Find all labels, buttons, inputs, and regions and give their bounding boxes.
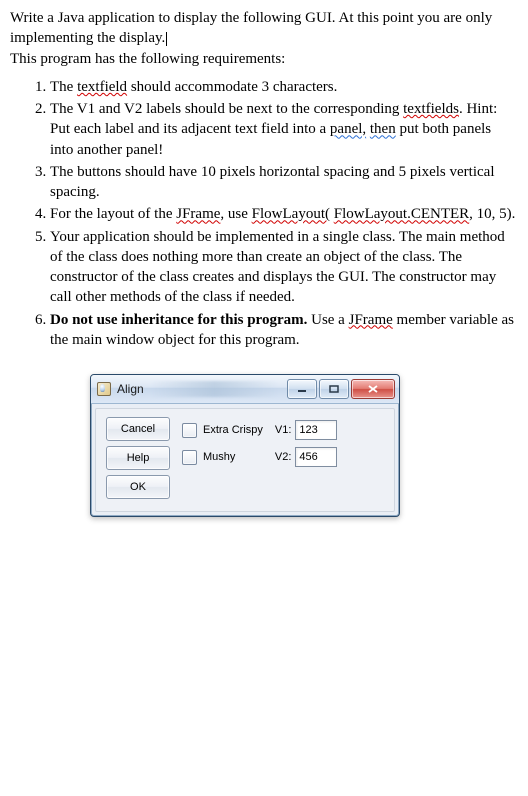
gui-screenshot: Align Cancel Help [90,374,400,517]
req-2-b: textfields [403,101,459,117]
mushy-checkbox[interactable] [182,450,197,465]
req-6-b: Use a [307,312,348,328]
v1-textfield[interactable]: 123 [295,420,337,440]
fields-column: V1: 123 V2: 456 [275,417,338,466]
checkbox-row-mushy: Mushy [182,448,263,466]
req-6-a: Do not use inheritance for this program. [50,312,307,328]
checkbox-row-extra: Extra Crispy [182,421,263,439]
v1-label: V1: [275,424,292,436]
titlebar: Align [91,375,399,404]
req-4: For the layout of the JFrame, use FlowLa… [50,204,518,224]
intro-line-1a: Write a Java application to display the … [10,10,462,26]
req-3: The buttons should have 10 pixels horizo… [50,162,518,203]
req-4-f: FlowLayout.CENTER [334,206,469,222]
req-1-b: textfield [77,79,127,95]
req-2-d: panel, [330,121,366,137]
req-4-c: , use [220,206,251,222]
maximize-icon [329,385,339,393]
req-4-a: For the layout of the [50,206,176,222]
v2-row: V2: 456 [275,448,338,466]
req-1-c: should accommodate 3 characters. [127,79,337,95]
checkbox-column: Extra Crispy Mushy [182,417,263,466]
window: Align Cancel Help [90,374,400,517]
extra-crispy-label: Extra Crispy [203,424,263,436]
help-button[interactable]: Help [106,446,170,470]
minimize-button[interactable] [287,379,317,399]
v2-label: V2: [275,451,292,463]
req-6-c: JFrame [349,312,393,328]
req-2-a: The V1 and V2 labels should be next to t… [50,101,403,117]
v1-row: V1: 123 [275,421,338,439]
intro-line-2: This program has the following requireme… [10,51,285,67]
window-controls [285,379,395,399]
cancel-button[interactable]: Cancel [106,417,170,441]
text-cursor [166,32,167,46]
req-4-g: , 10, 5). [469,206,515,222]
buttons-column: Cancel Help OK [106,417,170,499]
client-area: Cancel Help OK Extra Crispy Mushy V1: 12… [95,408,395,512]
close-button[interactable] [351,379,395,399]
req-6: Do not use inheritance for this program.… [50,310,518,351]
req-1: The textfield should accommodate 3 chara… [50,77,518,97]
req-4-b: JFrame [176,206,220,222]
req-5: Your application should be implemented i… [50,227,518,308]
extra-crispy-checkbox[interactable] [182,423,197,438]
req-2-f: then [370,121,396,137]
req-4-d: FlowLayout( [252,206,330,222]
requirements-list: The textfield should accommodate 3 chara… [10,77,518,350]
minimize-icon [297,385,307,393]
v2-textfield[interactable]: 456 [295,447,337,467]
maximize-button[interactable] [319,379,349,399]
intro-text: Write a Java application to display the … [10,8,518,69]
java-app-icon [97,382,111,396]
req-1-a: The [50,79,77,95]
close-icon [367,384,379,394]
titlebar-blur [150,381,279,397]
ok-button[interactable]: OK [106,475,170,499]
req-2: The V1 and V2 labels should be next to t… [50,99,518,160]
mushy-label: Mushy [203,451,235,463]
window-title: Align [117,382,144,396]
